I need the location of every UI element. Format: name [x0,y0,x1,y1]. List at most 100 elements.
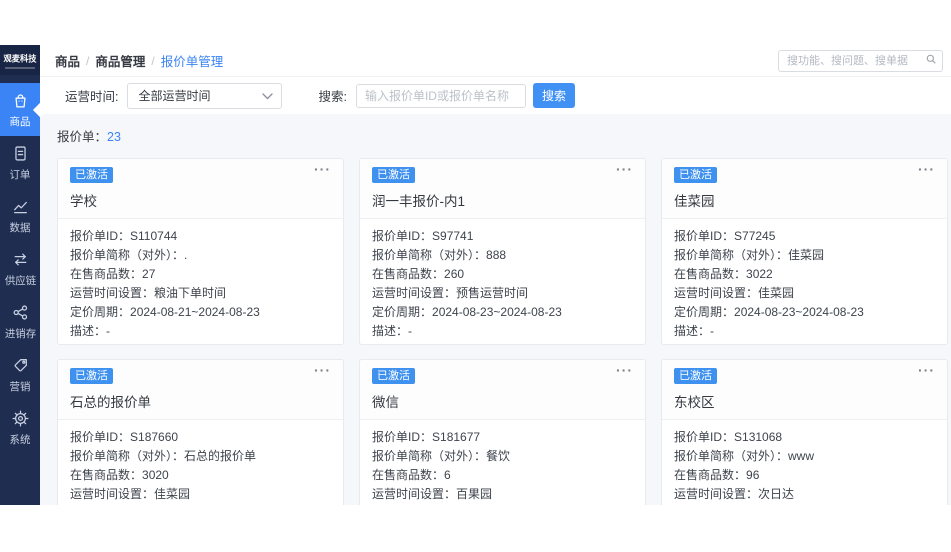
card-field-row: 运营时间设置：佳菜园 [674,284,935,303]
breadcrumb-separator: / [86,53,90,68]
field-value: 6 [444,468,451,482]
operation-time-select[interactable]: 全部运营时间 [127,82,283,109]
quote-card[interactable]: 已激活 ··· 学校 报价单ID：S110744 报价单简称（对外）：. 在售商品数… [57,158,344,345]
card-field-row: 报价单简称（对外）：. [70,246,331,265]
global-search-input[interactable] [779,53,925,69]
quote-search-input[interactable] [355,83,526,108]
more-actions-icon[interactable]: ··· [918,161,935,177]
card-field-row: 报价单简称（对外）：佳菜园 [674,246,935,265]
order-icon [11,144,30,163]
card-field-row: 运营时间设置：预售运营时间 [372,284,633,303]
operation-time-value: 全部运营时间 [138,89,211,103]
global-search [778,50,943,72]
sidebar-item-label: 商品 [9,115,31,128]
sidebar-item-marketing[interactable]: 营销 [0,348,40,401]
sidebar-item-inventory[interactable]: 进销存 [0,295,40,348]
field-value: S97741 [432,229,474,243]
sidebar-item-system[interactable]: 系统 [0,401,40,454]
quote-card-grid: 已激活 ··· 学校 报价单ID：S110744 报价单简称（对外）：. 在售商品数… [57,158,948,505]
field-label: 运营时间设置： [70,487,155,501]
field-label: 报价单简称（对外）： [674,449,789,463]
quote-card[interactable]: 已激活 ··· 润一丰报价-内1 报价单ID：S97741 报价单简称（对外）：8… [359,158,646,345]
more-actions-icon[interactable]: ··· [616,362,633,378]
sidebar-item-data[interactable]: 数据 [0,189,40,242]
breadcrumb: 商品 / 商品管理 / 报价单管理 [40,45,951,77]
card-field-row: 报价单ID：S131068 [674,428,935,447]
breadcrumb-item-goods-management[interactable]: 商品管理 [95,51,145,70]
field-value: S181677 [432,430,481,444]
card-field-row: 报价单ID：S110744 [70,227,331,246]
sidebar-item-label: 订单 [9,168,31,181]
field-label: 报价单ID： [674,229,735,243]
card-field-row: 定价周期：2024-08-21~2024-08-23 [70,303,331,322]
quote-card[interactable]: 已激活 ··· 微信 报价单ID：S181677 报价单简称（对外）：餐饮 在售商品… [359,359,646,505]
card-field-row: 运营时间设置：次日达 [674,485,935,504]
card-field-row: 运营时间设置：粮油下单时间 [70,284,331,303]
field-value: www [788,449,815,463]
field-value: 96 [746,468,760,482]
field-label: 在售商品数： [70,267,143,281]
sidebar-item-label: 系统 [9,433,31,446]
field-value: 百果园 [456,487,493,501]
field-value: 预售运营时间 [456,286,529,300]
sidebar-item-label: 供应链 [4,274,36,287]
field-label: 报价单简称（对外）： [70,248,185,262]
card-field-row: 定价周期：2024-08-23~2024-08-23 [674,303,935,322]
field-value: - [106,324,111,338]
card-title: 东校区 [674,395,715,410]
sidebar-item-supply-chain[interactable]: 供应链 [0,242,40,295]
more-actions-icon[interactable]: ··· [616,161,633,177]
field-label: 在售商品数： [674,468,747,482]
quote-card[interactable]: 已激活 ··· 东校区 报价单ID：S131068 报价单简称（对外）：www 在售… [661,359,948,505]
field-label: 报价单ID： [372,430,433,444]
filter-bar: 运营时间: 全部运营时间 搜索: 搜索 [40,77,951,114]
more-actions-icon[interactable]: ··· [314,161,331,177]
chevron-down-icon [262,89,274,103]
card-field-row: 在售商品数：96 [674,466,935,485]
card-field-row: 报价单简称（对外）：888 [372,246,633,265]
operation-time-label: 运营时间: [65,90,119,104]
field-value: - [710,324,715,338]
field-value: S131068 [734,430,783,444]
breadcrumb-item-goods[interactable]: 商品 [55,51,80,70]
field-value: 2024-08-23~2024-08-23 [432,305,562,319]
card-field-row: 在售商品数：3022 [674,265,935,284]
supply-chain-icon [11,250,30,269]
search-button[interactable]: 搜索 [532,83,575,108]
card-field-row: 描述：- [674,322,935,341]
field-value: 粮油下单时间 [154,286,227,300]
gear-icon [11,409,30,428]
more-actions-icon[interactable]: ··· [314,362,331,378]
card-body: 报价单ID：S181677 报价单简称（对外）：餐饮 在售商品数：6 运营时间设置：百… [360,420,645,505]
quote-card[interactable]: 已激活 ··· 佳菜园 报价单ID：S77245 报价单简称（对外）：佳菜园 在售商… [661,158,948,345]
brand-logo: 观麦科技 [0,45,40,75]
card-title: 学校 [70,194,97,209]
field-label: 报价单简称（对外）： [372,248,487,262]
field-value: S110744 [130,229,178,243]
card-header: 已激活 ··· 微信 [360,360,645,420]
card-header: 已激活 ··· 东校区 [662,360,947,420]
card-body: 报价单ID：S77245 报价单简称（对外）：佳菜园 在售商品数：3022 运营时间设… [662,219,947,344]
card-title: 佳菜园 [674,194,715,209]
more-actions-icon[interactable]: ··· [918,362,935,378]
card-field-row: 报价单简称（对外）：餐饮 [372,447,633,466]
field-label: 在售商品数： [674,267,747,281]
quote-card[interactable]: 已激活 ··· 石总的报价单 报价单ID：S187660 报价单简称（对外）：石总… [57,359,344,505]
card-field-row: 在售商品数：260 [372,265,633,284]
field-value: . [184,248,188,262]
field-label: 报价单ID： [70,430,131,444]
quote-count-label: 报价单： [57,130,108,144]
search-icon[interactable] [925,52,937,70]
card-field-row: 定价周期：- [372,504,633,505]
sidebar-item-orders[interactable]: 订单 [0,136,40,189]
field-label: 描述： [372,324,409,338]
sidebar-item-label: 营销 [9,380,31,393]
field-label: 描述： [674,324,711,338]
field-value: 3022 [746,267,773,281]
field-value: 27 [142,267,156,281]
field-value: 佳菜园 [788,248,825,262]
quote-count-value: 23 [107,130,121,144]
card-field-row: 在售商品数：3020 [70,466,331,485]
field-value: S187660 [130,430,179,444]
field-label: 运营时间设置： [674,286,759,300]
